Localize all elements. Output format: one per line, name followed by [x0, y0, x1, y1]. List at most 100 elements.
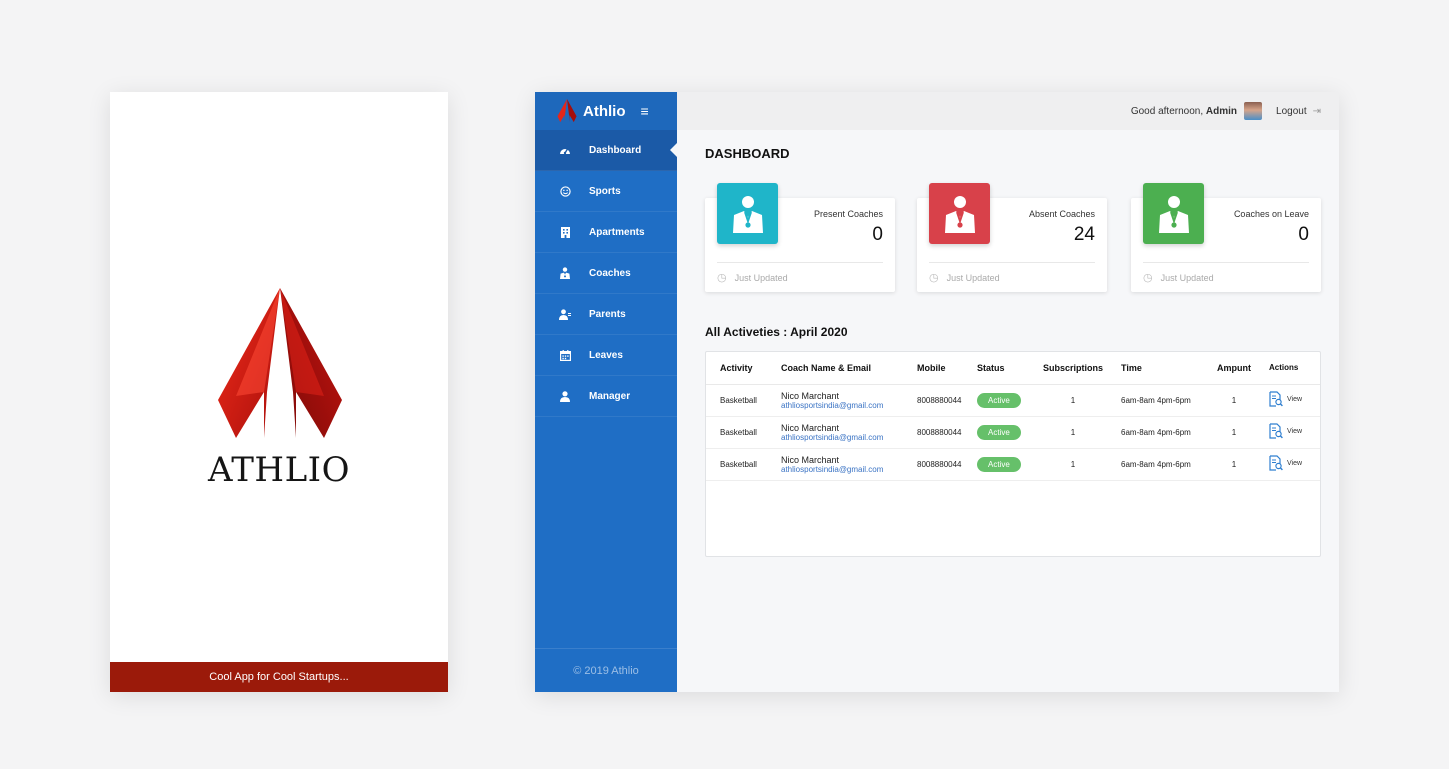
stat-label: Present Coaches [813, 209, 883, 219]
cell-amount: 1 [1206, 416, 1262, 449]
sidebar-item-manager[interactable]: Manager [535, 376, 677, 417]
document-search-icon [1269, 455, 1283, 471]
cell-coach: Nico Marchant athliosportsindia@gmail.co… [774, 384, 910, 417]
table-row: Basketball Nico Marchant athliosportsind… [706, 384, 1320, 417]
clock-icon: ◷ [1143, 272, 1153, 284]
avatar[interactable] [1244, 102, 1263, 120]
splash-tagline: Cool App for Cool Startups... [110, 662, 448, 692]
sidebar-item-label: Dashboard [589, 144, 642, 156]
view-button[interactable]: View [1269, 455, 1302, 471]
column-header: Mobile [910, 352, 970, 385]
stat-card-absent: Absent Coaches 24 ◷ Just Updated [917, 183, 1107, 292]
cell-mobile: 8008880044 [910, 416, 970, 449]
page-title: DASHBOARD [705, 146, 790, 161]
coach-name: Nico Marchant [781, 422, 840, 433]
stat-label: Absent Coaches [1028, 209, 1095, 219]
smiley-icon [559, 185, 571, 197]
sidebar-item-label: Coaches [589, 267, 631, 279]
coach-icon [1158, 195, 1189, 233]
stat-icon-box [929, 183, 990, 244]
stat-value: 0 [872, 224, 883, 245]
status-badge: Active [977, 456, 1021, 472]
document-search-icon [1269, 391, 1283, 407]
table-header-row: Activity Coach Name & Email Mobile Statu… [706, 352, 1320, 385]
sidebar-item-leaves[interactable]: Leaves [535, 335, 677, 376]
cell-status: Active [970, 448, 1032, 481]
user-icon [559, 390, 571, 402]
logout-link[interactable]: Logout [1276, 106, 1307, 117]
cell-amount: 1 [1206, 384, 1262, 417]
cell-subscriptions: 1 [1032, 448, 1114, 481]
coach-email[interactable]: athliosportsindia@gmail.com [781, 433, 903, 442]
document-search-icon [1269, 423, 1283, 439]
cell-time: 6am-8am 4pm-6pm [1114, 416, 1206, 449]
stat-footer-text: Just Updated [1160, 272, 1214, 283]
logout-icon[interactable]: ⇥ [1313, 106, 1321, 117]
sidebar-copyright: © 2019 Athlio [535, 648, 677, 692]
activities-table: Activity Coach Name & Email Mobile Statu… [706, 352, 1320, 481]
splash-wordmark: ATHLIO [208, 450, 350, 490]
sidebar-item-sports[interactable]: Sports [535, 171, 677, 212]
cell-time: 6am-8am 4pm-6pm [1114, 384, 1206, 417]
cell-actions: View [1262, 384, 1320, 417]
sidebar-item-label: Apartments [589, 226, 645, 238]
column-header: Actions [1262, 352, 1320, 385]
view-button[interactable]: View [1269, 423, 1302, 439]
stat-footer: ◷ Just Updated [1143, 271, 1214, 284]
cell-activity: Basketball [706, 448, 774, 481]
status-badge: Active [977, 392, 1021, 408]
stat-footer: ◷ Just Updated [929, 271, 1000, 284]
table-row: Basketball Nico Marchant athliosportsind… [706, 448, 1320, 481]
sidebar-item-coaches[interactable]: Coaches [535, 253, 677, 294]
coach-name: Nico Marchant [781, 390, 840, 401]
sidebar-item-label: Parents [589, 308, 626, 320]
stat-footer-text: Just Updated [734, 272, 788, 283]
coach-icon [944, 195, 975, 233]
view-label: View [1287, 427, 1303, 435]
main-content: DASHBOARD Present Coaches 0 ◷ Just Updat… [677, 130, 1339, 692]
sidebar-item-apartments[interactable]: Apartments [535, 212, 677, 253]
athlio-logo-icon [218, 288, 342, 438]
view-label: View [1287, 459, 1303, 467]
cell-activity: Basketball [706, 384, 774, 417]
coach-email[interactable]: athliosportsindia@gmail.com [781, 401, 903, 410]
column-header: Activity [706, 352, 774, 385]
coach-icon [732, 195, 763, 233]
view-button[interactable]: View [1269, 391, 1302, 407]
column-header: Time [1114, 352, 1206, 385]
stat-value: 24 [1073, 224, 1095, 245]
stat-footer: ◷ Just Updated [717, 271, 788, 284]
sidebar-item-label: Leaves [589, 349, 623, 361]
building-icon [559, 226, 571, 238]
stat-card-on-leave: Coaches on Leave 0 ◷ Just Updated [1131, 183, 1321, 292]
brand-name: Athlio [583, 102, 626, 120]
stat-card-present: Present Coaches 0 ◷ Just Updated [705, 183, 895, 292]
hamburger-icon[interactable]: ≡ [641, 103, 649, 119]
cell-mobile: 8008880044 [910, 384, 970, 417]
column-header: Ampunt [1206, 352, 1262, 385]
stat-value: 0 [1298, 224, 1309, 245]
column-header: Subscriptions [1032, 352, 1114, 385]
cell-subscriptions: 1 [1032, 384, 1114, 417]
activities-table-card: Activity Coach Name & Email Mobile Statu… [705, 351, 1321, 557]
cell-status: Active [970, 416, 1032, 449]
sidebar: Athlio ≡ Dashboard Sports Apartments Coa… [535, 92, 677, 692]
stat-label: Coaches on Leave [1233, 209, 1309, 219]
sidebar-item-dashboard[interactable]: Dashboard [535, 130, 677, 171]
cell-activity: Basketball [706, 416, 774, 449]
dashboard-icon [559, 145, 571, 155]
column-header: Status [970, 352, 1032, 385]
cell-actions: View [1262, 416, 1320, 449]
brand: Athlio ≡ [535, 92, 677, 130]
topbar: Good afternoon, Admin Logout ⇥ [677, 92, 1339, 130]
stat-footer-text: Just Updated [946, 272, 1000, 283]
sidebar-item-parents[interactable]: Parents [535, 294, 677, 335]
cell-time: 6am-8am 4pm-6pm [1114, 448, 1206, 481]
cell-coach: Nico Marchant athliosportsindia@gmail.co… [774, 416, 910, 449]
cell-coach: Nico Marchant athliosportsindia@gmail.co… [774, 448, 910, 481]
cell-mobile: 8008880044 [910, 448, 970, 481]
cell-subscriptions: 1 [1032, 416, 1114, 449]
greeting-user: Admin [1205, 105, 1238, 117]
cell-actions: View [1262, 448, 1320, 481]
coach-email[interactable]: athliosportsindia@gmail.com [781, 465, 903, 474]
